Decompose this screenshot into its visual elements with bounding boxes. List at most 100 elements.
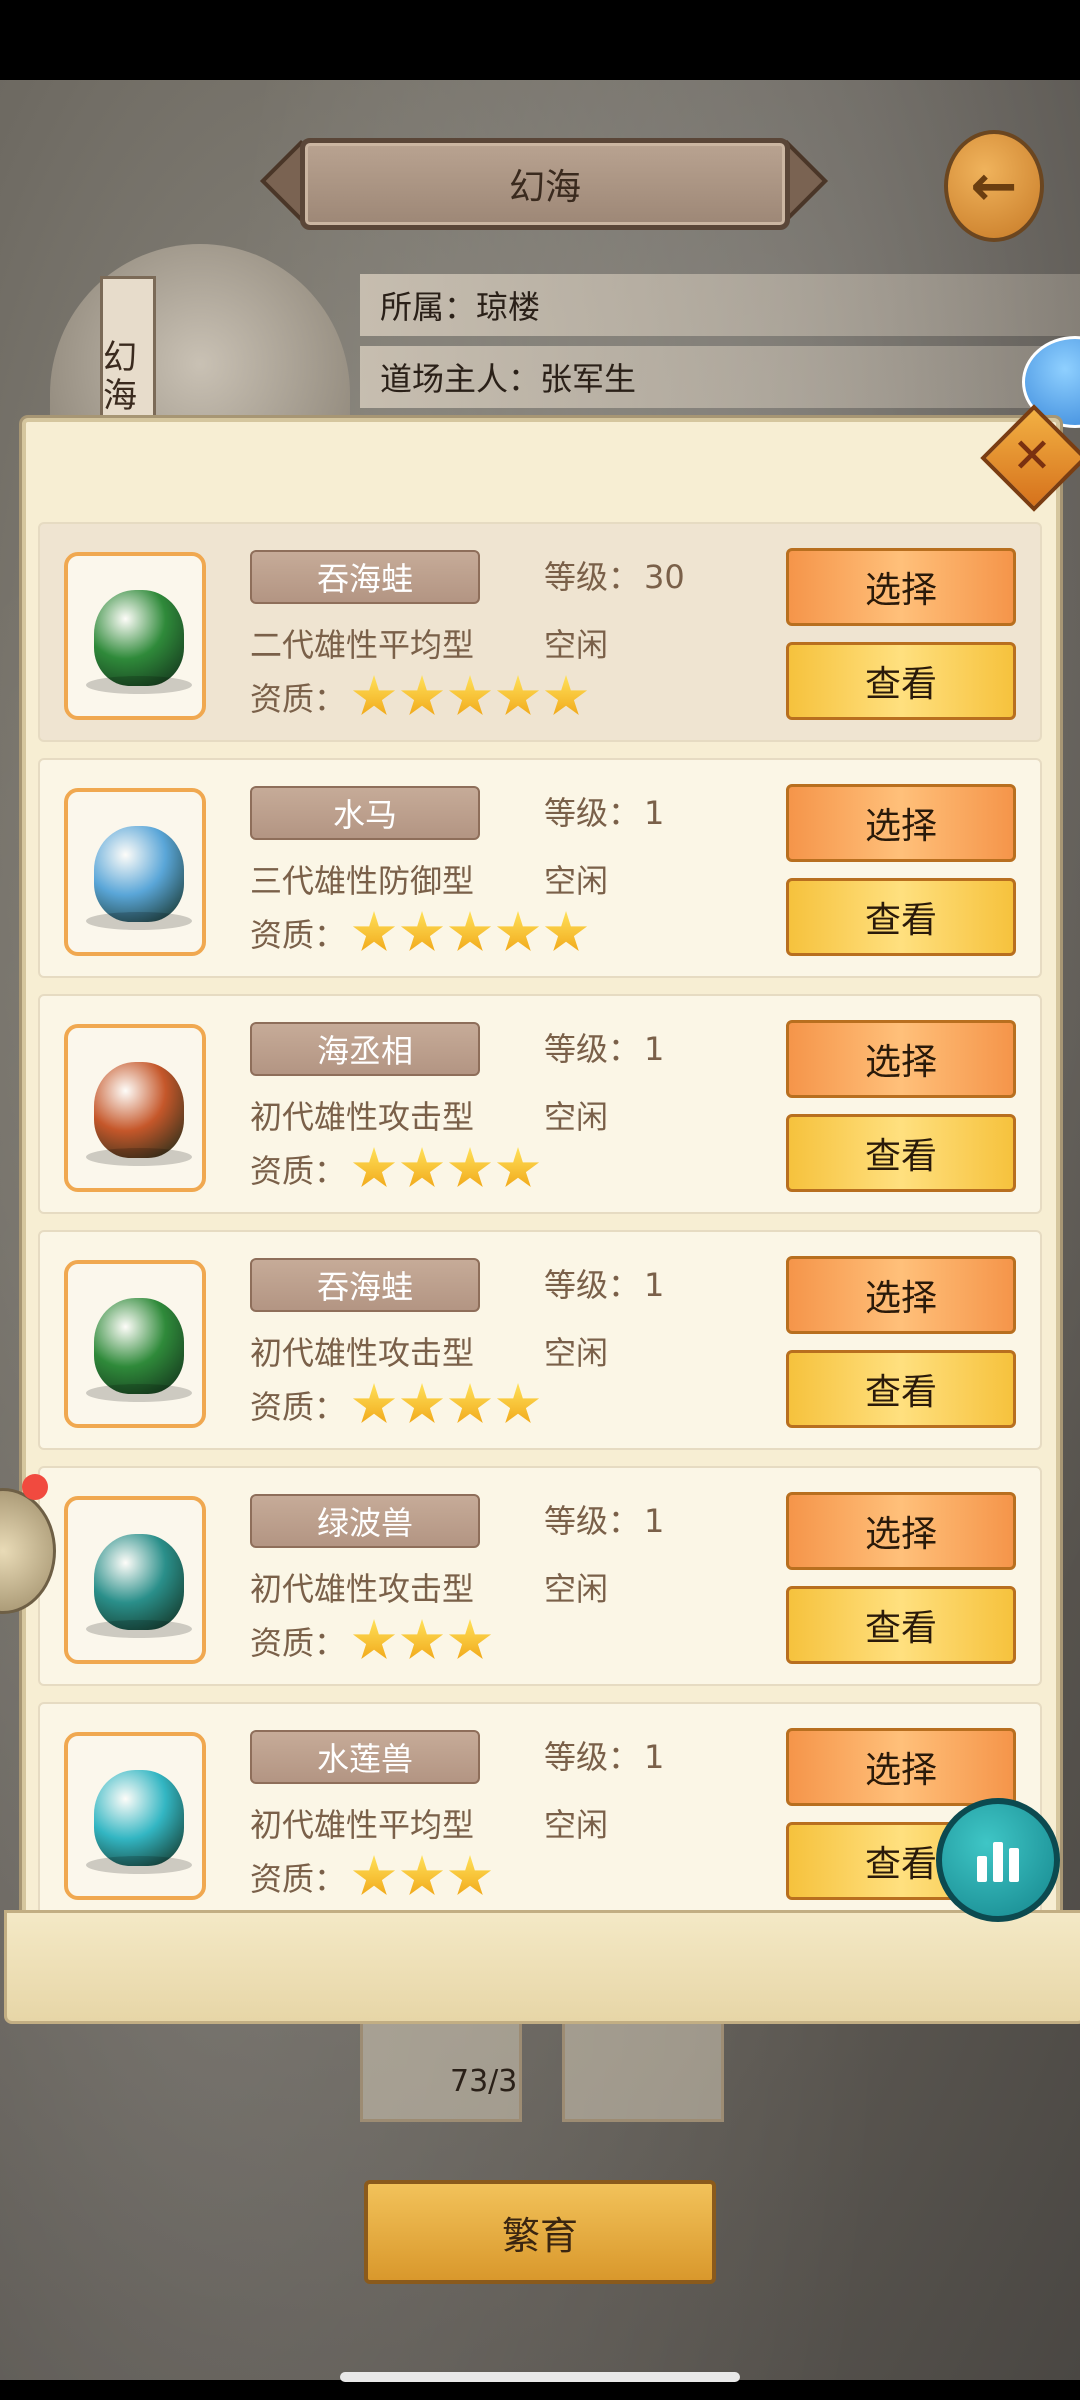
level-prefix: 等级：: [544, 1266, 641, 1304]
star-icon: [400, 1619, 444, 1660]
level-value: 1: [644, 1738, 665, 1776]
pet-description: 初代雄性攻击型: [250, 1334, 475, 1372]
pet-description: 三代雄性防御型: [250, 862, 475, 900]
quality-prefix: 资质：: [250, 680, 347, 718]
pet-description: 二代雄性平均型: [250, 626, 475, 664]
pet-status: 空闲: [544, 862, 609, 900]
affiliation-label: 所属：琼楼: [360, 274, 1080, 336]
level-prefix: 等级：: [544, 1738, 641, 1776]
view-button[interactable]: 查看: [786, 1586, 1016, 1664]
star-icon: [352, 675, 396, 716]
location-banner: 幻海: [100, 276, 156, 426]
pet-name: 绿波兽: [250, 1494, 480, 1548]
pet-level: 等级： 1: [544, 1260, 664, 1306]
pet-quality: 资质：: [250, 1854, 496, 1900]
stats-bar-chart-icon[interactable]: [936, 1798, 1060, 1922]
star-icon: [448, 1855, 492, 1896]
pet-quality: 资质：: [250, 1146, 544, 1192]
pet-level: 等级： 30: [544, 552, 685, 598]
select-button[interactable]: 选择: [786, 548, 1016, 626]
star-icon: [352, 1147, 396, 1188]
level-prefix: 等级：: [544, 558, 641, 596]
view-button[interactable]: 查看: [786, 642, 1016, 720]
home-indicator[interactable]: [340, 2372, 740, 2382]
star-icon: [544, 911, 588, 952]
pet-quality: 资质：: [250, 1382, 544, 1428]
dialog-scroll-bottom: [4, 1910, 1080, 2024]
pet-row[interactable]: 吞海蛙 等级： 1 初代雄性攻击型 空闲资质： 选择查看: [38, 1230, 1042, 1450]
pet-portrait[interactable]: [64, 1732, 206, 1900]
pet-creature-icon: [86, 1298, 192, 1402]
notification-dot: [22, 1474, 48, 1500]
pet-portrait[interactable]: [64, 1496, 206, 1664]
quality-prefix: 资质：: [250, 1388, 347, 1426]
pet-row[interactable]: 水莲兽 等级： 1 初代雄性平均型 空闲 资质： 选择 查看: [38, 1702, 1042, 1910]
pet-creature-icon: [86, 1534, 192, 1638]
select-button[interactable]: 选择: [786, 1492, 1016, 1570]
pet-portrait[interactable]: [64, 1024, 206, 1192]
pet-quality: 资质：: [250, 1618, 496, 1664]
pet-row[interactable]: 绿波兽 等级： 1 初代雄性攻击型 空闲 资质： 选择 查看: [38, 1466, 1042, 1686]
star-icon: [496, 1383, 540, 1424]
star-icon: [448, 911, 492, 952]
pet-row[interactable]: 水马 等级： 1 三代雄性防御型 空闲 资质： 选择 查看: [38, 758, 1042, 978]
pet-name: 水莲兽: [250, 1730, 480, 1784]
select-button[interactable]: 选择: [786, 784, 1016, 862]
pet-name: 吞海蛙: [250, 550, 480, 604]
select-button[interactable]: 选择: [786, 1728, 1016, 1806]
close-icon[interactable]: ✕: [1002, 426, 1062, 486]
star-icon: [448, 1619, 492, 1660]
pet-portrait[interactable]: [64, 1260, 206, 1428]
page-title: 幻海: [300, 138, 790, 230]
pet-portrait[interactable]: [64, 552, 206, 720]
quality-stars: [352, 1383, 544, 1427]
pet-row[interactable]: 吞海蛙 等级： 30 二代雄性平均型 空闲资质： 选择查看: [38, 522, 1042, 742]
level-value: 1: [644, 1266, 665, 1304]
star-icon: [496, 1147, 540, 1188]
star-icon: [400, 1147, 444, 1188]
pet-status: 空闲: [544, 626, 609, 664]
pet-name: 水马: [250, 786, 480, 840]
star-icon: [496, 675, 540, 716]
pet-creature-icon: [86, 590, 192, 694]
pet-row[interactable]: 海丞相 等级： 1 初代雄性攻击型 空闲 资质： 选择 查看: [38, 994, 1042, 1214]
star-icon: [496, 911, 540, 952]
quality-prefix: 资质：: [250, 1152, 347, 1190]
quality-stars: [352, 911, 592, 955]
level-value: 1: [644, 794, 665, 832]
pet-level: 等级： 1: [544, 1496, 664, 1542]
pet-name: 海丞相: [250, 1022, 480, 1076]
pet-status: 空闲: [544, 1334, 609, 1372]
select-button[interactable]: 选择: [786, 1256, 1016, 1334]
view-button[interactable]: 查看: [786, 1114, 1016, 1192]
breed-button[interactable]: 繁育: [364, 2180, 716, 2284]
level-prefix: 等级：: [544, 1502, 641, 1540]
item-slot-count: 73/3: [450, 2064, 518, 2099]
star-icon: [400, 1383, 444, 1424]
pet-creature-icon: [86, 1062, 192, 1166]
pet-name: 吞海蛙: [250, 1258, 480, 1312]
pet-list[interactable]: 吞海蛙 等级： 30 二代雄性平均型 空闲 资质： 选择 查看 水马 等级： 1 三代雄性防御型 空闲资…: [38, 522, 1042, 1910]
quality-stars: [352, 1619, 496, 1663]
star-icon: [544, 675, 588, 716]
star-icon: [352, 1619, 396, 1660]
select-button[interactable]: 选择: [786, 1020, 1016, 1098]
star-icon: [448, 1147, 492, 1188]
view-button[interactable]: 查看: [786, 1350, 1016, 1428]
pet-creature-icon: [86, 1770, 192, 1874]
pet-description: 初代雄性攻击型: [250, 1570, 475, 1608]
owner-label: 道场主人：张军生: [360, 346, 1080, 408]
item-slot[interactable]: [562, 2016, 724, 2122]
status-bar: [0, 0, 1080, 80]
star-icon: [352, 1855, 396, 1896]
view-button[interactable]: 查看: [786, 878, 1016, 956]
back-arrow-icon[interactable]: ←: [944, 130, 1044, 242]
level-value: 1: [644, 1502, 665, 1540]
pet-status: 空闲: [544, 1098, 609, 1136]
quality-stars: [352, 1855, 496, 1899]
pet-portrait[interactable]: [64, 788, 206, 956]
pet-description: 初代雄性平均型: [250, 1806, 475, 1844]
pet-level: 等级： 1: [544, 1732, 664, 1778]
level-value: 30: [644, 558, 685, 596]
pet-status: 空闲: [544, 1806, 609, 1844]
